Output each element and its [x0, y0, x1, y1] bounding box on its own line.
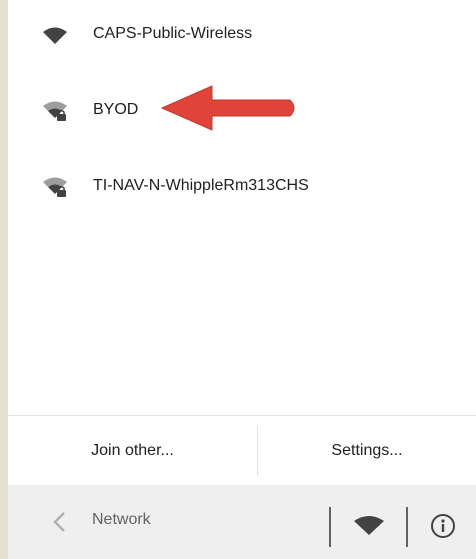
- wifi-full-icon: [43, 27, 67, 44]
- bottom-bar: Network: [8, 485, 476, 559]
- network-name: CAPS-Public-Wireless: [93, 25, 253, 42]
- network-panel: CAPS-Public-Wireless BYOD TI-NAV-N-Whipp…: [8, 0, 476, 559]
- annotation-arrow-icon: [160, 85, 295, 131]
- wifi-secured-icon: [43, 101, 67, 121]
- wifi-secured-icon: [43, 177, 67, 197]
- network-name: TI-NAV-N-WhippleRm313CHS: [93, 177, 309, 194]
- network-item-ti-nav[interactable]: TI-NAV-N-WhippleRm313CHS: [8, 156, 476, 216]
- divider: [406, 507, 408, 547]
- wifi-icon[interactable]: [353, 515, 385, 537]
- info-icon[interactable]: [430, 513, 456, 539]
- bar-title: Network: [92, 511, 151, 528]
- join-other-button[interactable]: Join other...: [8, 416, 257, 486]
- actions-row: Join other... Settings...: [8, 415, 476, 486]
- settings-button[interactable]: Settings...: [258, 416, 476, 486]
- network-item-caps-public-wireless[interactable]: CAPS-Public-Wireless: [8, 4, 476, 64]
- network-name: BYOD: [93, 101, 139, 118]
- divider: [329, 507, 331, 547]
- chevron-left-icon[interactable]: [50, 510, 70, 534]
